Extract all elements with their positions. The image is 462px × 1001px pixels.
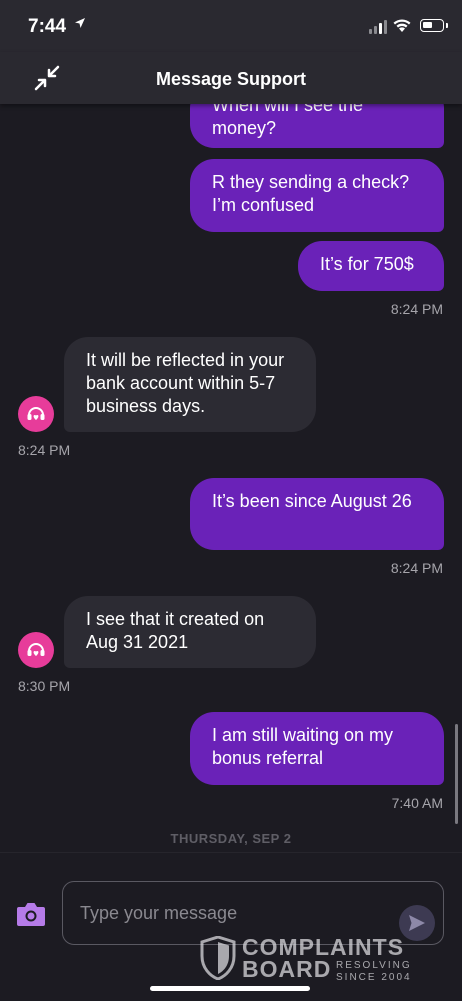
location-arrow-icon <box>75 18 85 28</box>
wifi-icon <box>393 19 411 32</box>
message-outgoing: When will I see the money? <box>190 104 444 148</box>
headset-icon <box>27 407 45 420</box>
chat-header: Message Support <box>0 52 462 104</box>
message-text: R they sending a check? I’m confused <box>212 172 410 215</box>
message-incoming: I see that it created on Aug 31 2021 <box>64 596 316 668</box>
battery-icon <box>420 19 448 32</box>
message-timestamp: 7:40 AM <box>391 795 443 811</box>
camera-icon[interactable] <box>16 901 46 927</box>
headset-icon <box>27 643 45 656</box>
day-separator: THURSDAY, SEP 2 <box>170 831 292 846</box>
message-outgoing: I am still waiting on my bonus referral <box>190 712 444 785</box>
complaintsboard-watermark: COMPLAINTS BOARD RESOLVING SINCE 2004 <box>200 934 420 984</box>
message-text: It will be reflected in your bank accoun… <box>86 350 285 416</box>
home-indicator[interactable] <box>150 986 310 991</box>
message-text: It’s for 750$ <box>320 254 414 274</box>
support-avatar <box>18 396 54 432</box>
watermark-tagline2: SINCE 2004 <box>336 972 412 983</box>
message-timestamp: 8:24 PM <box>18 442 71 458</box>
message-timestamp: 8:24 PM <box>390 560 443 576</box>
message-text: I am still waiting on my bonus referral <box>212 725 394 768</box>
message-outgoing: It’s for 750$ <box>298 241 444 291</box>
message-text: I see that it created on Aug 31 2021 <box>86 609 265 652</box>
scrollbar[interactable] <box>455 724 458 824</box>
message-outgoing: R they sending a check? I’m confused <box>190 159 444 232</box>
watermark-line2: BOARD <box>242 956 332 982</box>
watermark-tagline1: RESOLVING <box>336 960 412 971</box>
message-timestamp: 8:24 PM <box>390 301 443 317</box>
page-title: Message Support <box>155 69 307 89</box>
status-time: 7:44 <box>28 16 67 37</box>
message-outgoing: It’s been since August 26 <box>190 478 444 550</box>
support-avatar <box>18 632 54 668</box>
message-incoming: It will be reflected in your bank accoun… <box>64 337 316 432</box>
message-text: When will I see the money? <box>212 104 364 138</box>
send-icon <box>409 915 425 931</box>
message-timestamp: 8:30 PM <box>18 678 71 694</box>
message-text: It’s been since August 26 <box>212 491 412 511</box>
cellular-signal-icon <box>369 20 387 34</box>
status-bar: 7:44 <box>0 0 462 52</box>
shield-logo-icon <box>200 936 236 980</box>
message-list[interactable]: When will I see the money? R they sendin… <box>0 104 462 852</box>
